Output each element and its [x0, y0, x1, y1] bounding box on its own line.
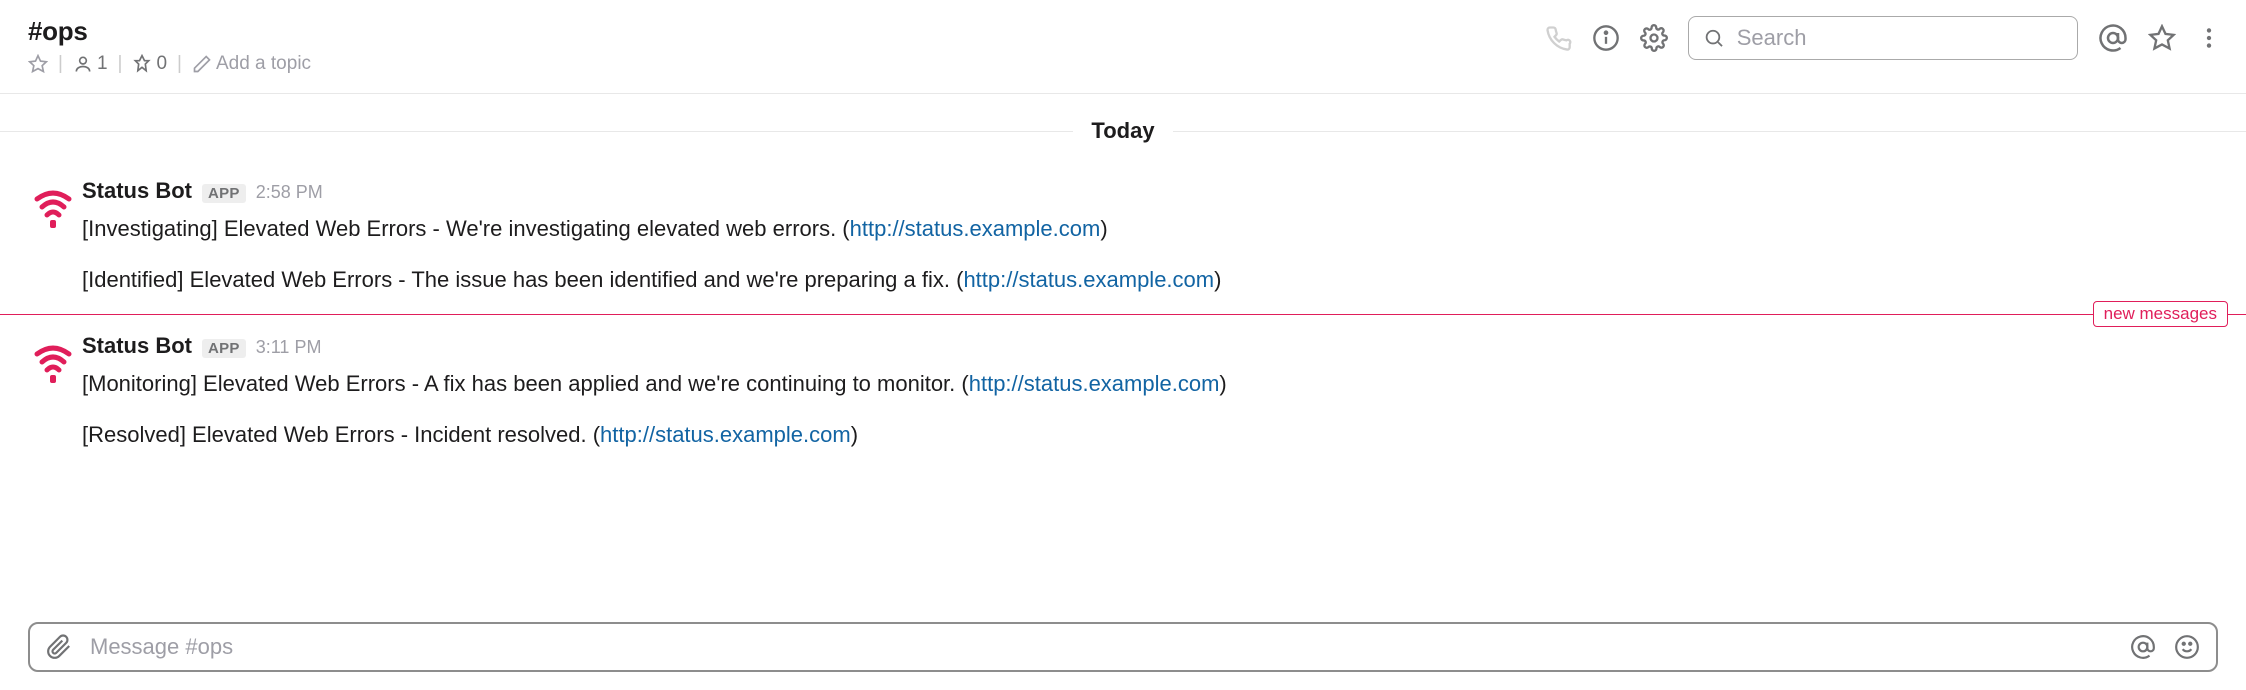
attachment-icon[interactable]	[46, 634, 72, 660]
timestamp[interactable]: 2:58 PM	[256, 182, 323, 203]
gear-icon[interactable]	[1640, 24, 1668, 52]
sender-name[interactable]: Status Bot	[82, 333, 192, 359]
message-link[interactable]: http://status.example.com	[850, 216, 1101, 241]
mention-icon[interactable]	[2130, 634, 2156, 660]
message-text: [Monitoring] Elevated Web Errors - A fix…	[82, 363, 2218, 410]
message-row[interactable]: Status Bot APP 3:11 PM [Monitoring] Elev…	[0, 329, 2246, 414]
more-icon[interactable]	[2196, 25, 2222, 51]
pin-count[interactable]: 0	[132, 53, 167, 75]
message-input[interactable]	[90, 634, 2112, 660]
message-row[interactable]: Status Bot APP 2:58 PM [Investigating] E…	[0, 174, 2246, 259]
channel-header: #ops | 1 | 0 | Add a topic	[0, 0, 2246, 94]
channel-meta: | 1 | 0 | Add a topic	[28, 53, 1544, 75]
member-count[interactable]: 1	[73, 53, 108, 75]
new-messages-divider: new messages	[0, 314, 2246, 315]
info-icon[interactable]	[1592, 24, 1620, 52]
app-badge: APP	[202, 339, 246, 358]
star-channel-button[interactable]	[28, 54, 48, 74]
avatar[interactable]	[28, 335, 78, 385]
avatar[interactable]	[28, 180, 78, 230]
channel-name[interactable]: #ops	[28, 16, 1544, 47]
search-icon	[1703, 26, 1725, 50]
sender-name[interactable]: Status Bot	[82, 178, 192, 204]
mentions-icon[interactable]	[2098, 23, 2128, 53]
message-text: [Resolved] Elevated Web Errors - Inciden…	[0, 414, 2246, 461]
add-topic-button[interactable]: Add a topic	[192, 53, 311, 75]
composer	[28, 622, 2218, 672]
date-divider: Today	[0, 118, 2246, 144]
message-block: Status Bot APP 3:11 PM [Monitoring] Elev…	[0, 329, 2246, 461]
header-right	[1544, 16, 2222, 60]
search-input[interactable]	[1737, 25, 2063, 51]
search-box[interactable]	[1688, 16, 2078, 60]
message-block: Status Bot APP 2:58 PM [Investigating] E…	[0, 174, 2246, 306]
star-icon[interactable]	[2148, 24, 2176, 52]
phone-icon[interactable]	[1544, 24, 1572, 52]
emoji-icon[interactable]	[2174, 634, 2200, 660]
message-text: [Identified] Elevated Web Errors - The i…	[0, 259, 2246, 306]
message-text: [Investigating] Elevated Web Errors - We…	[82, 208, 2218, 255]
message-link[interactable]: http://status.example.com	[963, 267, 1214, 292]
message-link[interactable]: http://status.example.com	[600, 422, 851, 447]
new-messages-label: new messages	[2093, 301, 2228, 327]
header-left: #ops | 1 | 0 | Add a topic	[28, 16, 1544, 75]
timestamp[interactable]: 3:11 PM	[256, 337, 322, 358]
message-link[interactable]: http://status.example.com	[969, 371, 1220, 396]
app-badge: APP	[202, 184, 246, 203]
